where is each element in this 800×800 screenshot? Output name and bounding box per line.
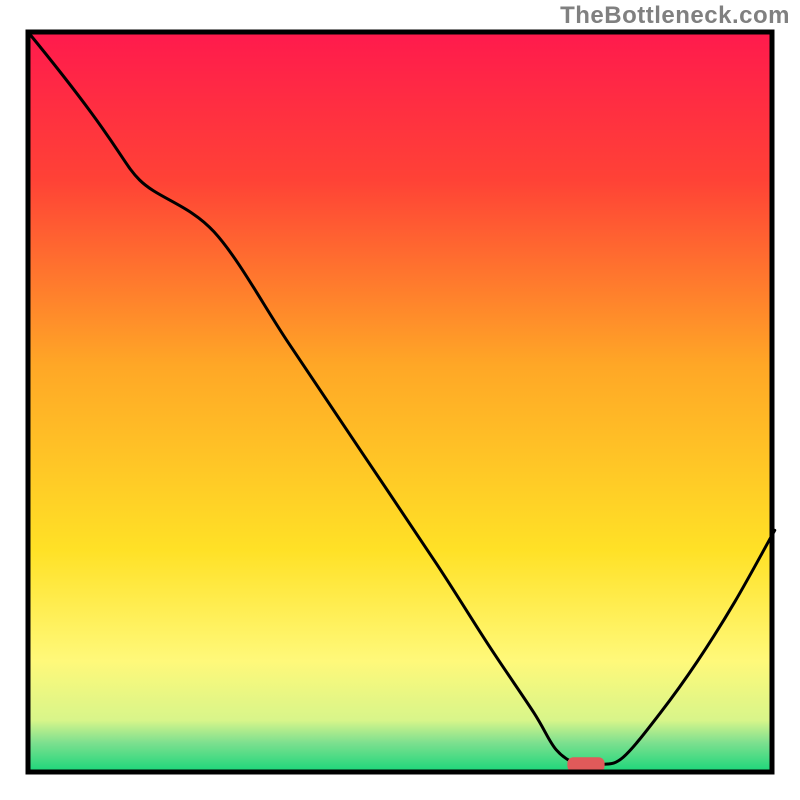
watermark-text: TheBottleneck.com (560, 2, 790, 30)
bottleneck-chart (0, 0, 800, 800)
plot-background (28, 32, 772, 772)
chart-container: TheBottleneck.com (0, 0, 800, 800)
